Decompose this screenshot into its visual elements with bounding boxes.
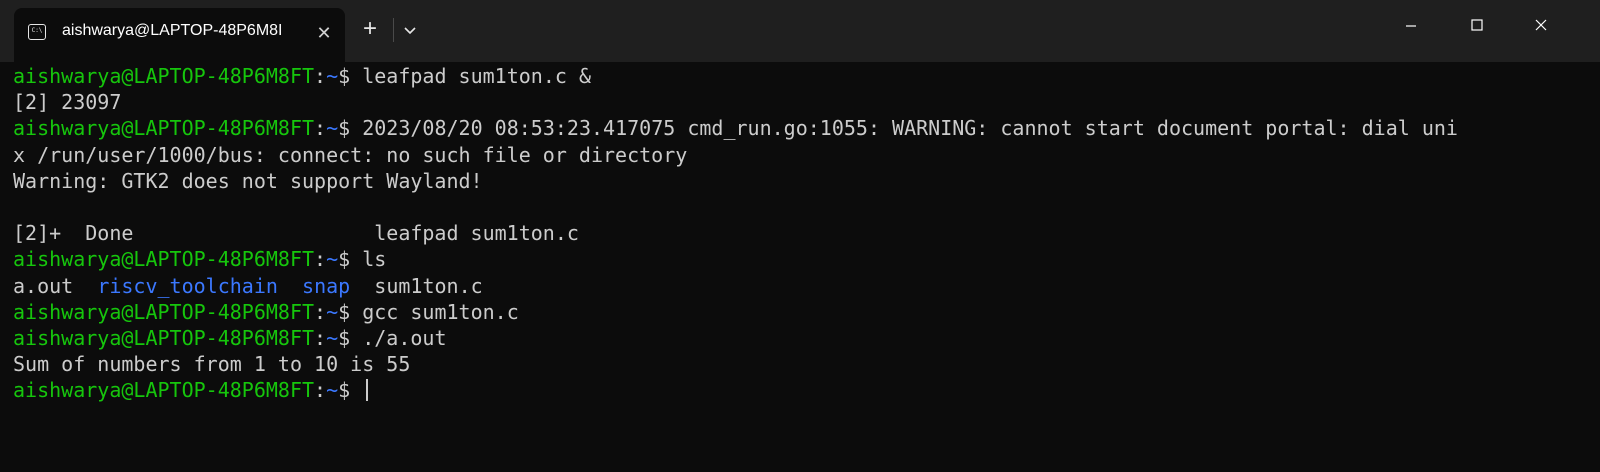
terminal-line: x /run/user/1000/bus: connect: no such f… [13,142,688,167]
title-bar: C:\ aishwarya@LAPTOP-48P6M8I ✕ + [0,0,1600,62]
ls-item-dir: riscv_toolchain [97,273,278,298]
terminal-output[interactable]: aishwarya@LAPTOP-48P6M8FT:~$ leafpad sum… [0,62,1600,472]
terminal-line: aishwarya@LAPTOP-48P6M8FT:~$ gcc sum1ton… [13,299,519,324]
ls-item-file: sum1ton.c [374,273,483,298]
tab-title: aishwarya@LAPTOP-48P6M8I [62,22,283,39]
maximize-icon[interactable] [1454,8,1500,44]
ls-item-dir: snap [302,273,351,298]
minimize-icon[interactable] [1388,8,1434,44]
terminal-line: Warning: GTK2 does not support Wayland! [13,168,483,193]
text-cursor [366,379,369,402]
terminal-line: [2] 23097 [13,90,122,115]
terminal-tab[interactable]: C:\ aishwarya@LAPTOP-48P6M8I ✕ [14,8,345,62]
terminal-current-prompt[interactable]: aishwarya@LAPTOP-48P6M8FT:~$ [13,377,1600,403]
tab-divider [393,18,394,42]
terminal-line: aishwarya@LAPTOP-48P6M8FT:~$ leafpad sum… [13,64,591,88]
terminal-line: aishwarya@LAPTOP-48P6M8FT:~$ ls [13,247,387,272]
chevron-down-icon[interactable] [398,18,422,42]
close-icon[interactable] [1518,8,1564,44]
plus-icon[interactable]: + [356,16,384,44]
terminal-line: aishwarya@LAPTOP-48P6M8FT:~$ 2023/08/20 … [13,116,1458,141]
terminal-line: Sum of numbers from 1 to 10 is 55 [13,352,411,377]
close-tab-icon[interactable]: ✕ [312,22,336,46]
ls-item-file: a.out [13,273,74,298]
terminal-line: [2]+ Done leafpad sum1ton.c [13,221,579,246]
terminal-line: aishwarya@LAPTOP-48P6M8FT:~$ ./a.out [13,325,447,350]
ls-output-line: a.out riscv_toolchain snap sum1ton.c [13,273,1600,299]
terminal-icon: C:\ [28,24,46,40]
